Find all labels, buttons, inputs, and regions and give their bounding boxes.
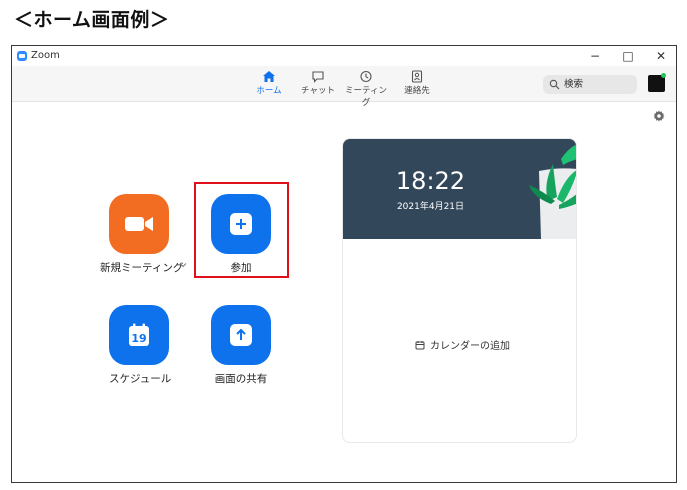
minimize-button[interactable]: − — [578, 46, 612, 66]
zoom-window: Zoom − □ ✕ ホーム チャット ミーティング 連絡先 検索 新規ミーティ… — [11, 45, 677, 483]
contacts-icon — [411, 70, 423, 83]
maximize-button[interactable]: □ — [611, 46, 645, 66]
nav-meetings-label: ミーティング — [345, 86, 387, 108]
calendar-day-number: 19 — [131, 332, 146, 345]
clock-date: 2021年4月21日 — [396, 202, 465, 212]
search-icon — [549, 79, 560, 90]
online-status-dot — [661, 73, 666, 78]
window-title: Zoom — [31, 50, 60, 61]
card-header-image: 18:22 2021年4月21日 — [343, 139, 576, 239]
zoom-logo-icon — [17, 51, 27, 61]
join-highlight-box — [194, 182, 289, 278]
new-meeting-button[interactable] — [109, 194, 169, 254]
search-box[interactable] — [543, 75, 637, 94]
schedule-button[interactable]: 19 — [109, 305, 169, 365]
share-screen-label: 画面の共有 — [214, 373, 268, 385]
share-arrow-icon — [230, 324, 252, 346]
chevron-down-icon[interactable] — [179, 262, 187, 268]
calendar-small-icon — [415, 340, 425, 349]
search-input[interactable] — [564, 77, 632, 92]
nav-chat[interactable]: チャット — [300, 70, 336, 100]
home-icon — [263, 71, 275, 82]
nav-home[interactable]: ホーム — [254, 70, 284, 100]
schedule-label: スケジュール — [109, 373, 172, 385]
calendar-card: 18:22 2021年4月21日 カレンダーの追加 — [342, 138, 577, 443]
top-navbar: ホーム チャット ミーティング 連絡先 — [12, 66, 676, 108]
nav-meetings[interactable]: ミーティング — [344, 70, 388, 108]
nav-chat-label: チャット — [301, 86, 335, 96]
clock-icon — [360, 70, 372, 83]
nav-home-label: ホーム — [256, 86, 282, 96]
page-heading: ＜ホーム画面例＞ — [14, 9, 170, 31]
nav-contacts-label: 連絡先 — [404, 86, 430, 96]
settings-gear-icon[interactable] — [653, 110, 665, 122]
add-calendar-label: カレンダーの追加 — [430, 341, 510, 352]
clock-time: 18:22 — [395, 167, 466, 195]
calendar-icon: 19 — [129, 323, 149, 346]
video-camera-icon — [125, 217, 153, 231]
add-calendar-link[interactable]: カレンダーの追加 — [415, 337, 510, 352]
nav-contacts[interactable]: 連絡先 — [401, 70, 433, 100]
chat-icon — [312, 71, 324, 83]
new-meeting-label: 新規ミーティング — [100, 262, 184, 274]
title-bar: Zoom − □ ✕ — [12, 46, 676, 66]
close-button[interactable]: ✕ — [644, 46, 676, 66]
share-screen-button[interactable] — [211, 305, 271, 365]
